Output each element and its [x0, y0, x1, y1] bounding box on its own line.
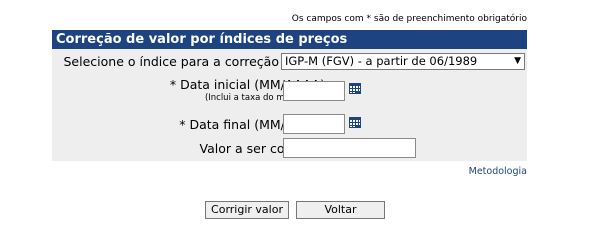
index-row: Selecione o índice para a correção IGP-M… — [52, 53, 527, 71]
dropdown-arrow-icon: ▼ — [514, 56, 521, 66]
end-date-row: * Data final (MM/AAAA) — [52, 114, 527, 134]
required-fields-note: Os campos com * são de preenchimento obr… — [291, 14, 527, 24]
correct-value-button[interactable]: Corrigir valor — [205, 201, 289, 219]
start-date-row: * Data inicial (MM/AAAA) (Inclui a taxa … — [52, 77, 527, 109]
index-select[interactable]: IGP-M (FGV) - a partir de 06/1989 ▼ — [281, 53, 525, 70]
amount-input[interactable] — [283, 138, 416, 158]
end-date-input[interactable] — [283, 114, 345, 134]
amount-row: Valor a ser corrigido — [52, 138, 527, 158]
methodology-link[interactable]: Metodologia — [469, 166, 527, 177]
index-selected-value: IGP-M (FGV) - a partir de 06/1989 — [285, 54, 478, 68]
calendar-icon[interactable] — [349, 117, 361, 128]
index-label: Selecione o índice para a correção — [63, 54, 279, 69]
start-date-input[interactable] — [283, 81, 345, 101]
panel-title: Correção de valor por índices de preços — [52, 30, 527, 49]
calendar-icon[interactable] — [349, 83, 361, 94]
correction-form-panel: Correção de valor por índices de preços … — [52, 30, 527, 161]
back-button[interactable]: Voltar — [296, 201, 385, 219]
